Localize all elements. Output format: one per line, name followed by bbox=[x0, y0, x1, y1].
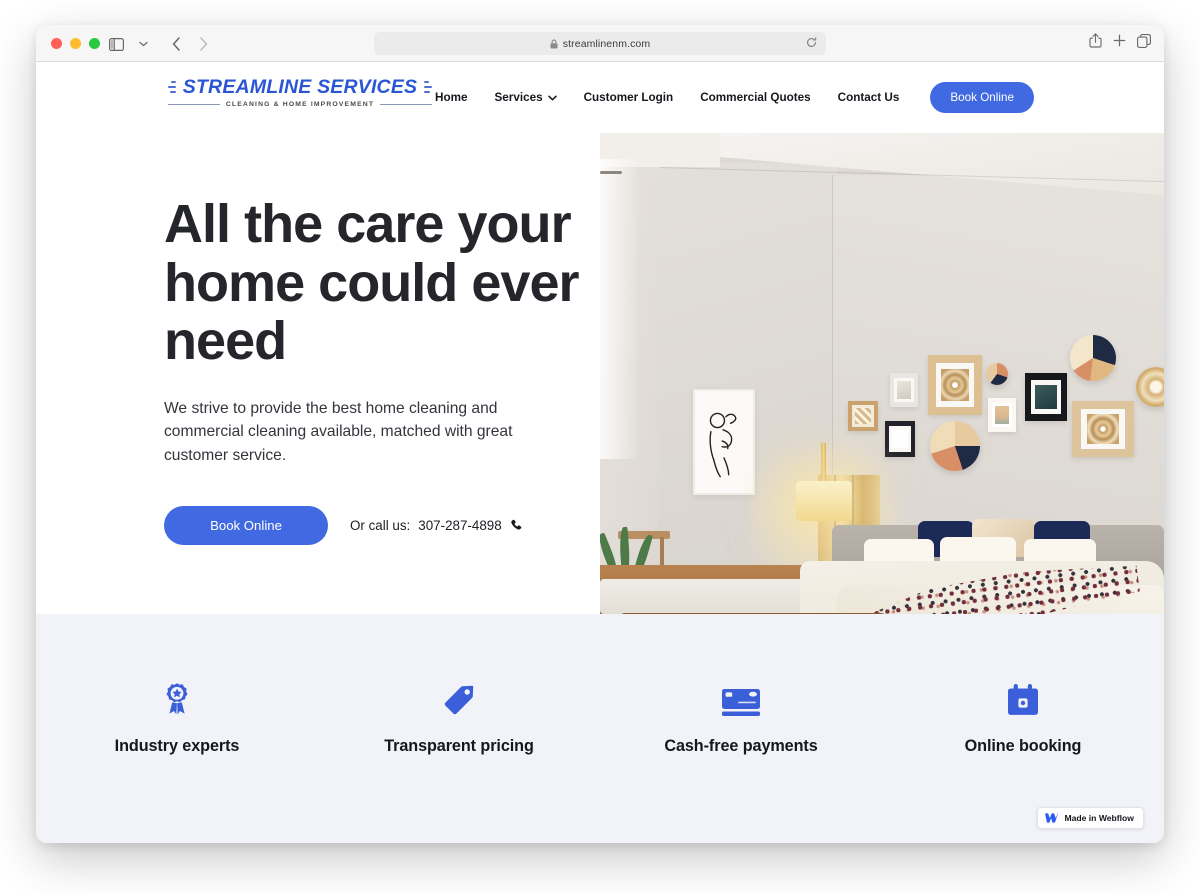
reload-icon[interactable] bbox=[806, 35, 817, 53]
window-traffic-lights bbox=[51, 38, 100, 49]
nav-item-label: Home bbox=[435, 91, 468, 104]
phone-icon bbox=[510, 519, 523, 532]
lock-icon bbox=[550, 39, 558, 49]
browser-window: streamlinenm.com STREAMLINE SERVICES CLE… bbox=[36, 25, 1164, 843]
sidebar-toggle-icon[interactable] bbox=[104, 33, 128, 55]
minimize-window-button[interactable] bbox=[70, 38, 81, 49]
wall-art-frame bbox=[1072, 401, 1134, 457]
logo-rule-right bbox=[380, 104, 432, 105]
floor-lamp bbox=[796, 481, 852, 521]
wall-art-frame bbox=[1025, 373, 1067, 421]
feature-label: Online booking bbox=[964, 737, 1082, 755]
wall-art-frame bbox=[890, 373, 918, 407]
wall-art-lineart bbox=[693, 389, 755, 495]
sidebar-dropdown-chevron-icon[interactable] bbox=[131, 33, 155, 55]
phone-cta[interactable]: Or call us: 307-287-4898 bbox=[350, 518, 523, 533]
url-text: streamlinenm.com bbox=[562, 37, 651, 50]
hero-section: All the care your home could ever need W… bbox=[36, 133, 1164, 614]
features-row: Industry experts Transparent pricing Cas… bbox=[36, 682, 1164, 756]
tab-overview-icon[interactable] bbox=[1137, 33, 1151, 48]
logo-wordmark-row: STREAMLINE SERVICES bbox=[168, 76, 432, 98]
price-tag-icon bbox=[443, 682, 475, 716]
wall-plate bbox=[986, 363, 1008, 385]
logo-rule-left bbox=[168, 104, 220, 105]
close-window-button[interactable] bbox=[51, 38, 62, 49]
wall-plate bbox=[1070, 335, 1116, 381]
nav-item-services[interactable]: Services bbox=[495, 91, 557, 104]
maximize-window-button[interactable] bbox=[89, 38, 100, 49]
page-viewport: STREAMLINE SERVICES CLEANING & HOME IMPR… bbox=[36, 62, 1164, 843]
logo-right-dashes-icon bbox=[424, 81, 432, 93]
hero-subtitle: We strive to provide the best home clean… bbox=[164, 399, 513, 465]
nav-item-contact-us[interactable]: Contact Us bbox=[838, 91, 900, 104]
chevron-down-icon bbox=[547, 95, 557, 101]
feature-transparent-pricing[interactable]: Transparent pricing bbox=[318, 682, 600, 756]
forward-arrow-icon[interactable] bbox=[191, 33, 215, 55]
nav-item-label: Services bbox=[494, 91, 543, 104]
made-in-webflow-badge[interactable]: Made in Webflow bbox=[1037, 807, 1144, 829]
feature-label: Transparent pricing bbox=[384, 737, 534, 755]
wall-art-frame bbox=[848, 401, 878, 431]
nav-item-label: Commercial Quotes bbox=[700, 91, 811, 104]
wall-art-frame bbox=[928, 355, 982, 415]
nav-item-label: Contact Us bbox=[837, 91, 900, 104]
share-icon[interactable] bbox=[1089, 33, 1102, 48]
feature-label: Cash-free payments bbox=[664, 737, 818, 755]
feature-label: Industry experts bbox=[114, 737, 240, 755]
feature-industry-experts[interactable]: Industry experts bbox=[36, 682, 318, 756]
hero-actions: Book Online Or call us: 307-287-4898 bbox=[164, 505, 594, 545]
back-arrow-icon[interactable] bbox=[164, 33, 188, 55]
nav-item-home[interactable]: Home bbox=[435, 91, 467, 104]
nav-item-customer-login[interactable]: Customer Login bbox=[584, 91, 674, 104]
wall-art-frame bbox=[988, 398, 1016, 432]
logo-tagline: CLEANING & HOME IMPROVEMENT bbox=[225, 101, 375, 108]
logo-left-dashes-icon bbox=[168, 81, 176, 93]
nav-item-label: Customer Login bbox=[583, 91, 674, 104]
navigation-controls bbox=[104, 33, 215, 55]
feature-online-booking[interactable]: Online booking bbox=[882, 682, 1164, 756]
toolbar-right-actions bbox=[1089, 33, 1151, 48]
webflow-logo-icon bbox=[1045, 813, 1059, 823]
feature-cash-free-payments[interactable]: Cash-free payments bbox=[600, 682, 882, 756]
browser-toolbar: streamlinenm.com bbox=[36, 25, 1164, 62]
plus-icon[interactable] bbox=[1113, 34, 1126, 47]
award-ribbon-icon bbox=[161, 682, 193, 716]
site-header: STREAMLINE SERVICES CLEANING & HOME IMPR… bbox=[36, 62, 1164, 133]
book-online-hero-button[interactable]: Book Online bbox=[164, 505, 328, 545]
address-bar[interactable]: streamlinenm.com bbox=[374, 32, 826, 55]
logo-tagline-row: CLEANING & HOME IMPROVEMENT bbox=[168, 101, 432, 108]
credit-card-icon bbox=[722, 682, 760, 716]
features-band: Industry experts Transparent pricing Cas… bbox=[36, 614, 1164, 843]
nav-item-commercial-quotes[interactable]: Commercial Quotes bbox=[700, 91, 810, 104]
phone-cta-number: 307-287-4898 bbox=[418, 517, 502, 533]
hero-copy: All the care your home could ever need W… bbox=[164, 195, 594, 545]
book-online-nav-button[interactable]: Book Online bbox=[930, 82, 1034, 113]
site-logo[interactable]: STREAMLINE SERVICES CLEANING & HOME IMPR… bbox=[168, 76, 432, 116]
logo-name: STREAMLINE SERVICES bbox=[182, 75, 418, 98]
badge-text: Made in Webflow bbox=[1064, 813, 1134, 823]
main-navigation: Home Services Customer Login Commercial … bbox=[435, 62, 1034, 133]
wall-plate bbox=[930, 421, 980, 471]
calendar-icon bbox=[1008, 682, 1038, 716]
hero-title: All the care your home could ever need bbox=[164, 194, 580, 372]
phone-cta-prefix: Or call us: bbox=[350, 517, 411, 533]
hero-image bbox=[600, 133, 1164, 614]
